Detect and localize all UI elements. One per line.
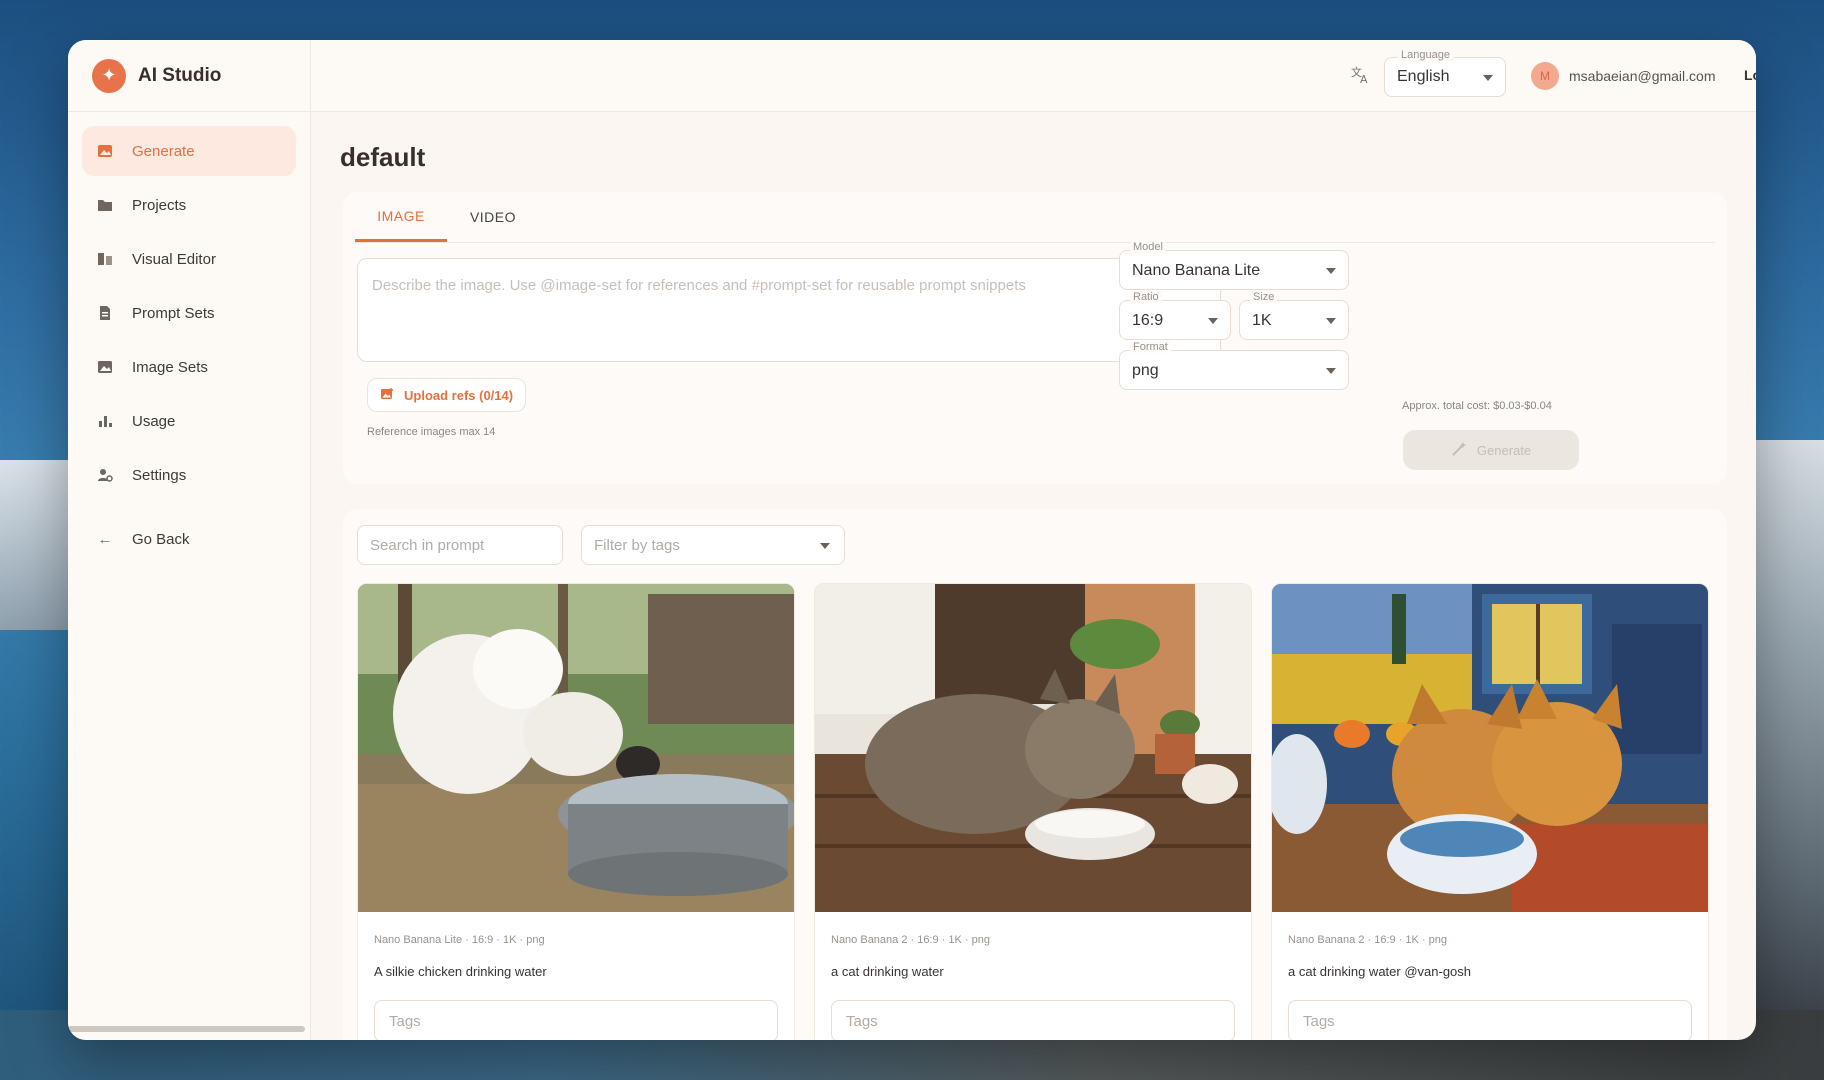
document-icon xyxy=(96,304,114,322)
visual-editor-icon xyxy=(96,250,114,268)
avatar[interactable]: M xyxy=(1531,62,1559,90)
prompt-input[interactable] xyxy=(358,259,1220,361)
image-meta: Nano Banana 2 · 16:9 · 1K · png xyxy=(1288,934,1447,946)
folder-icon xyxy=(96,196,114,214)
chevron-down-icon xyxy=(1483,75,1493,81)
sidebar-item-label: Image Sets xyxy=(132,358,208,376)
chevron-down-icon xyxy=(1326,368,1336,374)
format-select[interactable]: Format png xyxy=(1119,341,1349,390)
user-email: msabaeian@gmail.com xyxy=(1569,68,1716,84)
app-window: ✦ AI Studio Generate Projects Visual Edi… xyxy=(68,40,1756,1040)
logout-button[interactable]: Logout xyxy=(1744,67,1756,83)
format-value: png xyxy=(1132,362,1159,379)
sidebar-scrollbar[interactable] xyxy=(68,1026,305,1032)
prompt-input-box xyxy=(357,258,1221,362)
background-rock-left xyxy=(0,460,70,630)
chevron-down-icon xyxy=(1326,318,1336,324)
image-icon xyxy=(96,142,114,160)
ratio-select[interactable]: Ratio 16:9 xyxy=(1119,291,1231,340)
sidebar-item-visual-editor[interactable]: Visual Editor xyxy=(82,234,296,284)
image-card[interactable]: Nano Banana 2 · 16:9 · 1K · png a cat dr… xyxy=(814,583,1252,1040)
magic-wand-icon xyxy=(1451,441,1467,460)
sidebar-item-label: Prompt Sets xyxy=(132,304,215,322)
generate-button[interactable]: Generate xyxy=(1403,430,1579,470)
tab-video[interactable]: VIDEO xyxy=(447,192,539,242)
image-card[interactable]: Nano Banana 2 · 16:9 · 1K · png a cat dr… xyxy=(1271,583,1709,1040)
format-label: Format xyxy=(1130,341,1171,353)
tabs-divider xyxy=(355,242,1715,243)
sidebar-item-image-sets[interactable]: Image Sets xyxy=(82,342,296,392)
model-label: Model xyxy=(1130,241,1166,253)
reference-hint: Reference images max 14 xyxy=(367,426,496,438)
top-bar: 文A Language English M msabaeian@gmail.co… xyxy=(311,40,1756,112)
go-back-button[interactable]: ← Go Back xyxy=(82,514,296,564)
language-label: Language xyxy=(1397,49,1454,61)
chevron-down-icon xyxy=(1208,318,1218,324)
sidebar-item-projects[interactable]: Projects xyxy=(82,180,296,230)
app-name: AI Studio xyxy=(138,64,222,86)
search-input[interactable]: Search in prompt xyxy=(357,525,563,565)
sidebar-item-label: Generate xyxy=(132,142,195,160)
sidebar-item-prompt-sets[interactable]: Prompt Sets xyxy=(82,288,296,338)
sidebar-item-label: Settings xyxy=(132,466,187,484)
sparkle-logo-icon: ✦ xyxy=(92,58,126,93)
sidebar-item-settings[interactable]: Settings xyxy=(82,450,296,500)
tab-image[interactable]: IMAGE xyxy=(355,192,447,242)
tags-input[interactable]: Tags xyxy=(831,1000,1235,1040)
size-label: Size xyxy=(1250,291,1278,303)
svg-text:A: A xyxy=(1360,73,1368,84)
chevron-down-icon xyxy=(1326,268,1336,274)
size-select[interactable]: Size 1K xyxy=(1239,291,1349,340)
upload-image-icon xyxy=(380,387,394,404)
ratio-value: 16:9 xyxy=(1132,312,1164,329)
image-meta: Nano Banana 2 · 16:9 · 1K · png xyxy=(831,934,990,946)
sidebar: ✦ AI Studio Generate Projects Visual Edi… xyxy=(68,40,311,1040)
sidebar-item-usage[interactable]: Usage xyxy=(82,396,296,446)
generated-image-cat[interactable] xyxy=(815,584,1251,912)
image-caption: A silkie chicken drinking water xyxy=(374,964,547,979)
generated-image-chicken[interactable] xyxy=(358,584,794,912)
sidebar-item-label: Usage xyxy=(132,412,176,430)
image-meta: Nano Banana Lite · 16:9 · 1K · png xyxy=(374,934,545,946)
tag-filter-select[interactable]: Filter by tags xyxy=(581,525,845,565)
gallery-panel: Search in prompt Filter by tags Nano Ban… xyxy=(343,509,1727,1040)
model-value: Nano Banana Lite xyxy=(1132,262,1261,279)
main-content: default IMAGE VIDEO Upload refs (0/14) R… xyxy=(311,112,1756,1040)
tags-input[interactable]: Tags xyxy=(374,1000,778,1040)
tags-input[interactable]: Tags xyxy=(1288,1000,1692,1040)
ratio-label: Ratio xyxy=(1130,291,1162,303)
generator-tabs: IMAGE VIDEO xyxy=(355,192,539,242)
chevron-down-icon xyxy=(820,543,830,549)
sidebar-nav: Generate Projects Visual Editor Prompt S… xyxy=(68,112,310,564)
image-card[interactable]: Nano Banana Lite · 16:9 · 1K · png A sil… xyxy=(357,583,795,1040)
model-select[interactable]: Model Nano Banana Lite xyxy=(1119,241,1349,290)
upload-refs-button[interactable]: Upload refs (0/14) xyxy=(367,378,527,412)
size-value: 1K xyxy=(1252,312,1272,329)
translate-icon: 文A xyxy=(1351,64,1371,89)
arrow-left-icon: ← xyxy=(97,530,113,548)
bar-chart-icon xyxy=(96,412,114,430)
language-value: English xyxy=(1397,68,1450,85)
image-caption: a cat drinking water @van-gosh xyxy=(1288,964,1472,979)
sidebar-item-generate[interactable]: Generate xyxy=(82,126,296,176)
generated-image-van-gogh-cats[interactable] xyxy=(1272,584,1708,912)
upload-refs-label: Upload refs (0/14) xyxy=(404,387,514,403)
image-caption: a cat drinking water xyxy=(831,964,944,979)
tag-filter-placeholder: Filter by tags xyxy=(594,537,680,554)
brand[interactable]: ✦ AI Studio xyxy=(68,40,310,112)
language-select[interactable]: Language English xyxy=(1384,49,1506,97)
cost-estimate: Approx. total cost: $0.03-$0.04 xyxy=(1402,400,1552,412)
sidebar-item-label: Projects xyxy=(132,196,187,214)
image-set-icon xyxy=(96,358,114,376)
generate-label: Generate xyxy=(1476,442,1532,458)
sidebar-item-label: Visual Editor xyxy=(132,250,216,268)
settings-icon xyxy=(96,466,114,484)
page-title: default xyxy=(340,142,426,172)
go-back-label: Go Back xyxy=(132,530,190,548)
generator-panel: IMAGE VIDEO Upload refs (0/14) Reference… xyxy=(343,192,1727,484)
